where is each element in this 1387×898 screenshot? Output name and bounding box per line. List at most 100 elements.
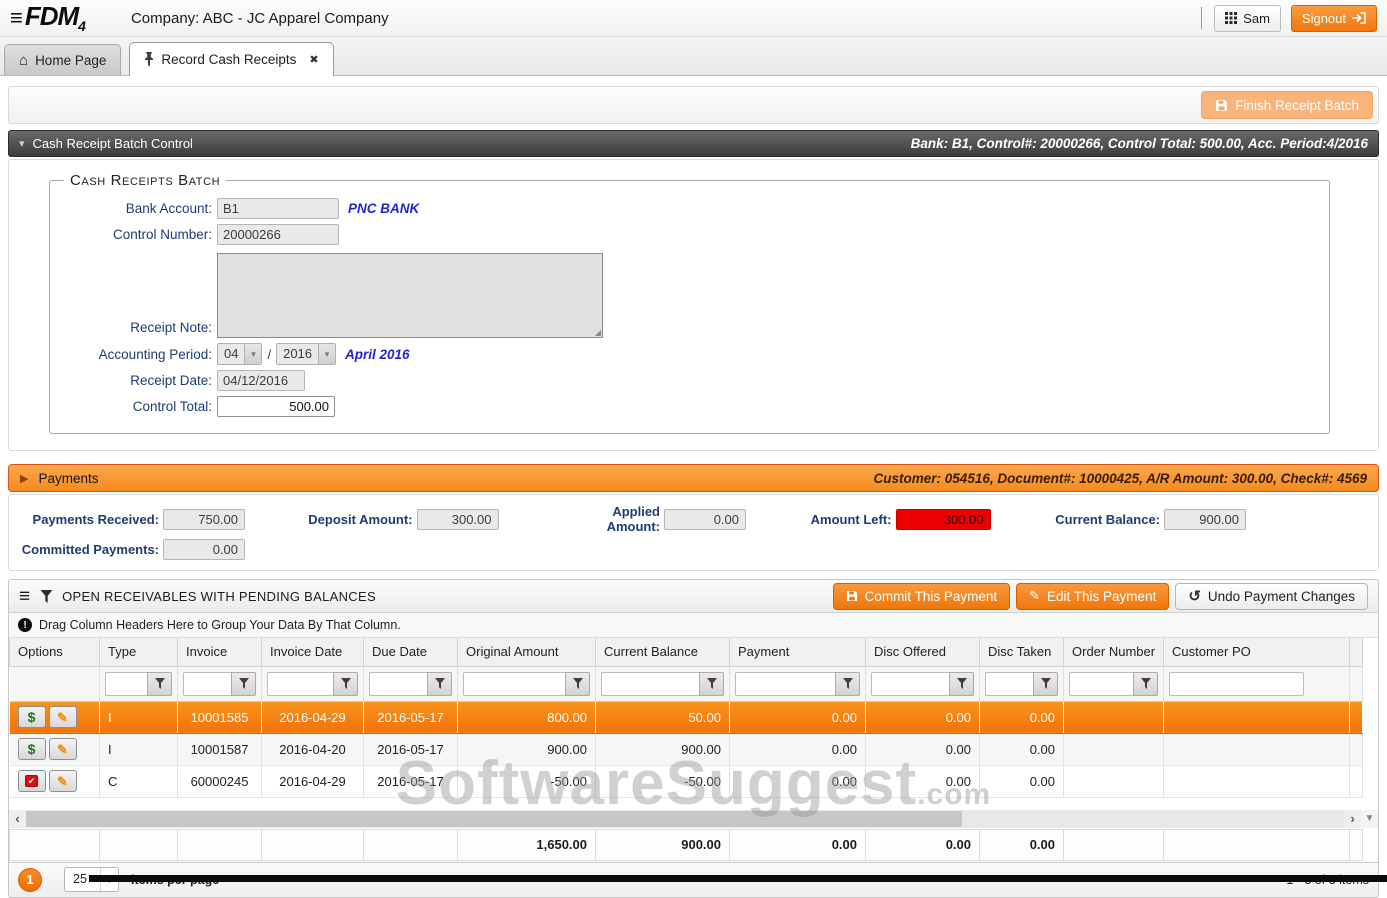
col-header-options[interactable]: Options <box>10 638 100 666</box>
current-balance-field[interactable] <box>1164 509 1246 530</box>
save-icon <box>846 590 858 602</box>
committed-payments-label: Committed Payments: <box>21 542 159 557</box>
filter-funnel-icon[interactable] <box>147 672 172 696</box>
filter-input-invoice-date[interactable] <box>267 672 333 696</box>
bank-account-field[interactable] <box>217 198 339 219</box>
filter-funnel-icon[interactable] <box>699 672 724 696</box>
filter-input-current-balance[interactable] <box>601 672 699 696</box>
applied-amount-field[interactable] <box>664 509 746 530</box>
tab-record-cash-receipts[interactable]: Record Cash Receipts ✖ <box>129 42 333 76</box>
scrollbar-thumb[interactable] <box>26 811 962 827</box>
filter-cell-filler <box>1350 666 1363 701</box>
group-by-dropzone[interactable]: ! Drag Column Headers Here to Group Your… <box>9 613 1378 638</box>
table-row[interactable]: ✔ ✎ C 60000245 2016-04-29 2016-05-17 -50… <box>10 765 1363 797</box>
receipt-note-field[interactable]: ◢ <box>217 253 603 338</box>
finish-receipt-batch-button[interactable]: Finish Receipt Batch <box>1201 91 1373 119</box>
edit-payment-button[interactable]: ✎ Edit This Payment <box>1016 583 1169 610</box>
control-number-field[interactable] <box>217 224 339 245</box>
tab-home-page[interactable]: ⌂ Home Page <box>4 44 121 75</box>
payments-row-1: Payments Received: Deposit Amount: Appli… <box>21 504 1246 534</box>
receipt-date-field[interactable] <box>217 370 305 391</box>
filter-funnel-icon[interactable] <box>1033 672 1058 696</box>
signout-button[interactable]: Signout <box>1291 5 1377 32</box>
table-row[interactable]: $ ✎ I 10001587 2016-04-20 2016-05-17 900… <box>10 733 1363 765</box>
expand-caret-icon[interactable]: ▶ <box>20 472 28 485</box>
cell-invoice: 10001585 <box>178 701 262 733</box>
edit-row-button[interactable]: ✎ <box>49 738 77 760</box>
filter-funnel-icon[interactable] <box>1133 672 1158 696</box>
grid-filter-icon[interactable] <box>40 590 53 603</box>
filter-funnel-icon[interactable] <box>949 672 974 696</box>
col-header-current-balance[interactable]: Current Balance <box>596 638 730 666</box>
page-1-button[interactable]: 1 <box>18 868 42 892</box>
col-header-original-amount[interactable]: Original Amount <box>458 638 596 666</box>
dropdown-caret-icon: ▾ <box>318 344 335 364</box>
filter-input-disc-taken[interactable] <box>985 672 1033 696</box>
control-total-field[interactable] <box>217 396 335 417</box>
info-icon: ! <box>18 618 32 632</box>
apply-payment-button[interactable]: $ <box>18 706 46 728</box>
col-header-disc-taken[interactable]: Disc Taken <box>980 638 1064 666</box>
receipt-date-row: Receipt Date: <box>64 370 1315 391</box>
filter-input-order-number[interactable] <box>1069 672 1133 696</box>
col-header-due-date[interactable]: Due Date <box>364 638 458 666</box>
period-month-select[interactable]: 04 ▾ <box>217 343 262 365</box>
scroll-left-icon[interactable]: ‹ <box>9 810 26 828</box>
undo-payment-button[interactable]: ↺ Undo Payment Changes <box>1175 583 1368 610</box>
receivables-grid: ≡ OPEN RECEIVABLES WITH PENDING BALANCES… <box>8 579 1379 898</box>
total-original-amount: 1,650.00 <box>458 829 596 860</box>
payments-row-2: Committed Payments: <box>21 539 1366 560</box>
table-row[interactable]: $ ✎ I 10001585 2016-04-29 2016-05-17 800… <box>10 701 1363 733</box>
filter-funnel-icon[interactable] <box>427 672 452 696</box>
cell-disc-offered: 0.00 <box>866 701 980 733</box>
payments-header[interactable]: ▶ Payments Customer: 054516, Document#: … <box>8 464 1379 492</box>
deposit-amount-field[interactable] <box>417 509 499 530</box>
col-header-payment[interactable]: Payment <box>730 638 866 666</box>
resize-handle-icon[interactable]: ◢ <box>595 328 601 337</box>
filter-input-payment[interactable] <box>735 672 835 696</box>
collapse-caret-icon[interactable]: ▾ <box>19 137 25 150</box>
filter-funnel-icon[interactable] <box>835 672 860 696</box>
col-header-invoice-date[interactable]: Invoice Date <box>262 638 364 666</box>
col-header-invoice[interactable]: Invoice <box>178 638 262 666</box>
cell-order-number <box>1064 765 1164 797</box>
filter-input-invoice[interactable] <box>183 672 231 696</box>
edit-row-button[interactable]: ✎ <box>49 706 77 728</box>
applied-amount-label: Applied Amount: <box>556 504 660 534</box>
col-header-disc-offered[interactable]: Disc Offered <box>866 638 980 666</box>
col-header-order-number[interactable]: Order Number <box>1064 638 1164 666</box>
amount-left-field[interactable] <box>896 509 991 530</box>
hamburger-menu-icon[interactable]: ≡ <box>10 7 23 29</box>
select-credit-button[interactable]: ✔ <box>18 770 46 792</box>
committed-payments-field[interactable] <box>163 539 245 560</box>
totals-row: 1,650.00 900.00 0.00 0.00 0.00 <box>9 829 1363 861</box>
filter-input-disc-offered[interactable] <box>871 672 949 696</box>
signout-icon <box>1352 12 1366 24</box>
filter-funnel-icon[interactable] <box>333 672 358 696</box>
edit-row-button[interactable]: ✎ <box>49 770 77 792</box>
cell-invoice-date: 2016-04-29 <box>262 701 364 733</box>
scroll-right-icon[interactable]: › <box>1344 810 1361 828</box>
cell-current-balance: 900.00 <box>596 733 730 765</box>
cell-payment: 0.00 <box>730 733 866 765</box>
scrollbar-track[interactable] <box>26 810 1344 828</box>
user-menu-button[interactable]: Sam <box>1214 5 1281 32</box>
payments-received-field[interactable] <box>163 509 245 530</box>
grid-menu-icon[interactable]: ≡ <box>19 587 30 606</box>
filter-input-due-date[interactable] <box>369 672 427 696</box>
apply-payment-button[interactable]: $ <box>18 738 46 760</box>
filter-funnel-icon[interactable] <box>565 672 590 696</box>
close-icon[interactable]: ✖ <box>309 53 318 66</box>
col-header-customer-po[interactable]: Customer PO <box>1164 638 1350 666</box>
filter-funnel-icon[interactable] <box>231 672 256 696</box>
batch-control-header[interactable]: ▾ Cash Receipt Batch Control Bank: B1, C… <box>8 130 1379 157</box>
filter-input-type[interactable] <box>105 672 147 696</box>
commit-payment-button[interactable]: Commit This Payment <box>833 583 1011 610</box>
filter-input-original-amount[interactable] <box>463 672 565 696</box>
cell-disc-taken: 0.00 <box>980 733 1064 765</box>
pushpin-icon[interactable] <box>144 52 154 67</box>
filter-input-customer-po[interactable] <box>1169 672 1304 696</box>
col-header-type[interactable]: Type <box>100 638 178 666</box>
scroll-down-icon[interactable]: ▼ <box>1361 810 1378 828</box>
period-year-select[interactable]: 2016 ▾ <box>276 343 336 365</box>
